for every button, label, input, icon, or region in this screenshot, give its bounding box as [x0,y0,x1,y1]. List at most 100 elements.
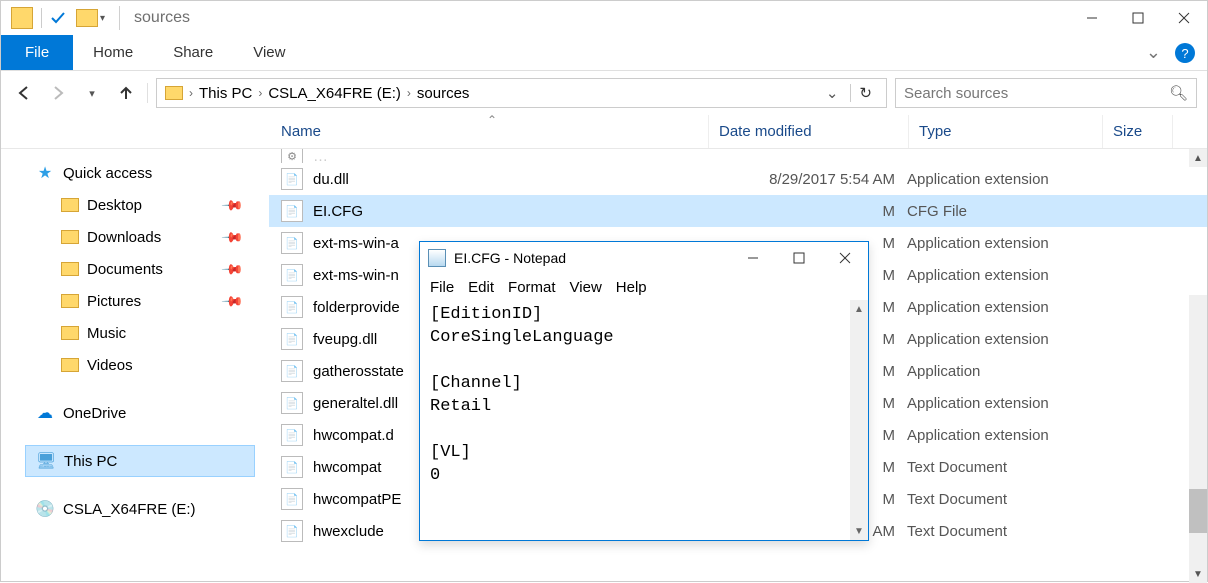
search-icon[interactable]: 🔍︎ [1169,84,1188,102]
notepad-title: EI.CFG - Notepad [454,250,566,266]
qat-newfolder-icon[interactable] [76,9,98,27]
file-date: M [707,203,907,220]
notepad-scroll-down-icon[interactable]: ▼ [850,522,868,540]
sidebar-videos[interactable]: Videos [25,349,269,381]
notepad-icon [428,249,446,267]
folder-icon [61,326,79,340]
sidebar-downloads[interactable]: Downloads 📌 [25,221,269,253]
notepad-menu-format[interactable]: Format [508,279,556,296]
notepad-menubar: File Edit Format View Help [420,274,868,300]
sidebar-label: Downloads [87,229,161,246]
maximize-button[interactable] [1115,1,1161,35]
folder-icon [61,262,79,276]
close-button[interactable] [1161,1,1207,35]
sidebar: ★ Quick access Desktop 📌 Downloads 📌 Doc… [1,149,269,583]
help-button[interactable]: ? [1175,43,1195,63]
star-icon: ★ [35,163,55,183]
sidebar-drive[interactable]: 💿 CSLA_X64FRE (E:) [25,493,269,525]
file-icon: 📄 [281,168,303,190]
sidebar-music[interactable]: Music [25,317,269,349]
pc-icon: 🖥 [36,451,56,471]
ribbon: File Home Share View ⌄ ? [1,35,1207,71]
folder-icon [61,358,79,372]
sidebar-label: Desktop [87,197,142,214]
file-row-cutoff[interactable]: ⚙ … [269,149,1207,163]
sidebar-label: OneDrive [63,405,126,422]
sidebar-onedrive[interactable]: ☁ OneDrive [25,397,269,429]
refresh-button[interactable]: ↻ [850,84,880,102]
breadcrumb-caret-icon[interactable]: › [258,86,262,100]
file-type: Application extension [907,331,1117,348]
scrollbar-thumb[interactable] [1189,489,1207,533]
pin-icon: 📌 [220,289,244,313]
notepad-menu-help[interactable]: Help [616,279,647,296]
sidebar-pictures[interactable]: Pictures 📌 [25,285,269,317]
file-icon: 📄 [281,520,303,542]
scroll-up-button[interactable]: ▲ [1189,149,1207,167]
address-dropdown-icon[interactable]: ⌄ [820,84,845,102]
titlebar-separator [119,6,120,30]
back-button[interactable] [11,80,37,106]
notepad-menu-edit[interactable]: Edit [468,279,494,296]
qat-separator [41,8,42,28]
qat-dropdown-icon[interactable]: ▾ [100,13,105,24]
file-name: … [313,149,707,163]
column-type[interactable]: Type [909,115,1103,148]
address-bar[interactable]: › This PC › CSLA_X64FRE (E:) › sources ⌄… [156,78,887,108]
file-type: Application [907,363,1117,380]
file-type: Application extension [907,299,1117,316]
notepad-minimize-button[interactable] [730,242,776,274]
file-icon: 📄 [281,328,303,350]
tab-file[interactable]: File [1,35,73,70]
breadcrumb-caret-icon[interactable]: › [189,86,193,100]
notepad-menu-file[interactable]: File [430,279,454,296]
file-date: 8/29/2017 5:54 AM [707,171,907,188]
sidebar-documents[interactable]: Documents 📌 [25,253,269,285]
sidebar-thispc[interactable]: 🖥 This PC [25,445,255,477]
notepad-window: EI.CFG - Notepad File Edit Format View H… [419,241,869,541]
notepad-maximize-button[interactable] [776,242,822,274]
sidebar-quickaccess[interactable]: ★ Quick access [25,157,269,189]
file-type: Application extension [907,427,1117,444]
notepad-titlebar[interactable]: EI.CFG - Notepad [420,242,868,274]
sidebar-desktop[interactable]: Desktop 📌 [25,189,269,221]
sidebar-label: Quick access [63,165,152,182]
scroll-down-button[interactable]: ▼ [1189,565,1207,583]
tab-view[interactable]: View [233,35,305,70]
notepad-textarea[interactable]: [EditionID] CoreSingleLanguage [Channel]… [420,300,868,540]
breadcrumb-sources[interactable]: sources [417,85,470,102]
recent-dropdown-icon[interactable]: ▾ [79,80,105,106]
breadcrumb-drive[interactable]: CSLA_X64FRE (E:) [268,85,401,102]
pin-icon: 📌 [220,257,244,281]
ribbon-collapse-icon[interactable]: ⌄ [1136,35,1171,70]
file-type: CFG File [907,203,1117,220]
scrollbar-track[interactable] [1189,295,1207,583]
tab-home[interactable]: Home [73,35,153,70]
sidebar-label: Documents [87,261,163,278]
address-row: ▾ › This PC › CSLA_X64FRE (E:) › sources… [1,71,1207,115]
file-icon: 📄 [281,264,303,286]
file-row[interactable]: 📄EI.CFGMCFG File [269,195,1207,227]
notepad-close-button[interactable] [822,242,868,274]
folder-icon [61,198,79,212]
column-date[interactable]: Date modified [709,115,909,148]
breadcrumb-caret-icon[interactable]: › [407,86,411,100]
column-size[interactable]: Size [1103,115,1173,148]
file-icon: 📄 [281,456,303,478]
notepad-menu-view[interactable]: View [570,279,602,296]
file-name: du.dll [313,171,707,188]
qat-properties-icon[interactable] [50,10,66,26]
file-type: Application extension [907,395,1117,412]
app-folder-icon [11,7,33,29]
up-button[interactable] [113,80,139,106]
window-title: sources [134,9,190,27]
file-row[interactable]: 📄du.dll8/29/2017 5:54 AMApplication exte… [269,163,1207,195]
file-icon: 📄 [281,296,303,318]
notepad-scroll-up-icon[interactable]: ▲ [850,300,868,318]
breadcrumb-thispc[interactable]: This PC [199,85,252,102]
file-icon: 📄 [281,488,303,510]
search-input[interactable]: Search sources 🔍︎ [895,78,1197,108]
tab-share[interactable]: Share [153,35,233,70]
notepad-scrollbar[interactable]: ▲ ▼ [850,300,868,540]
minimize-button[interactable] [1069,1,1115,35]
